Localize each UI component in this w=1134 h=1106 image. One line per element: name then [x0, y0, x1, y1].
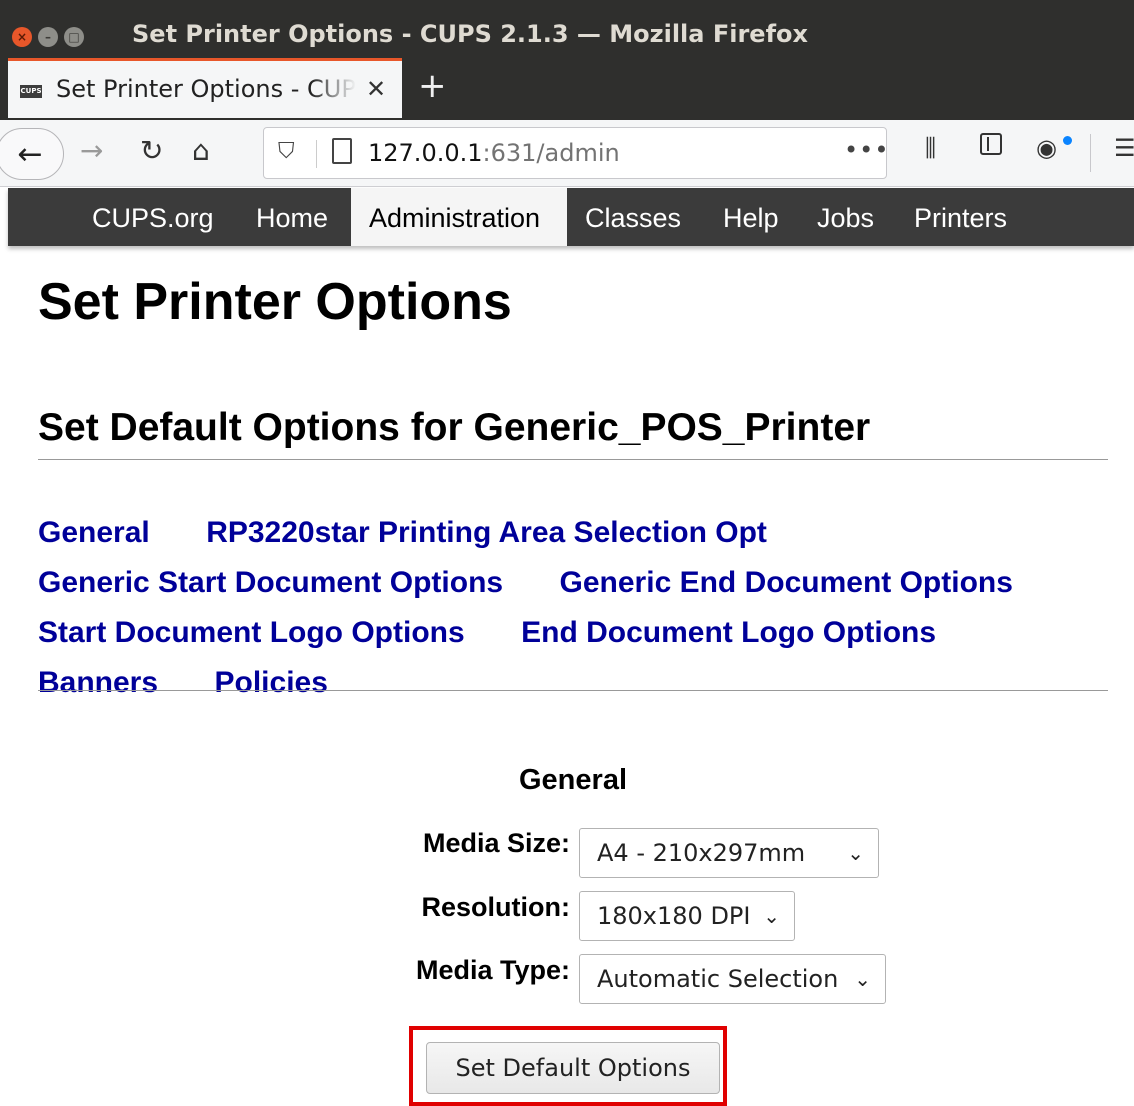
section-link-general[interactable]: General	[38, 516, 150, 549]
nav-printers[interactable]: Printers	[896, 188, 1025, 246]
url-divider	[316, 140, 317, 168]
tab-strip: CUPS Set Printer Options - CUPS 2.1.3 ✕ …	[0, 58, 1134, 120]
nav-administration[interactable]: Administration	[351, 188, 567, 246]
section-link-printing-area[interactable]: RP3220star Printing Area Selection Opt	[206, 516, 767, 549]
media-type-select[interactable]: Automatic Selection ⌄	[579, 954, 886, 1004]
close-window-icon[interactable]: ×	[12, 27, 32, 47]
chevron-down-icon: ⌄	[854, 967, 871, 991]
hamburger-menu-icon[interactable]: ☰	[1114, 134, 1134, 162]
heading-divider	[38, 459, 1108, 460]
links-divider	[38, 690, 1108, 691]
media-size-value: A4 - 210x297mm	[597, 839, 806, 867]
nav-help[interactable]: Help	[705, 188, 797, 246]
minimize-window-icon[interactable]: –	[38, 27, 58, 47]
chevron-down-icon: ⌄	[763, 904, 780, 928]
nav-jobs[interactable]: Jobs	[799, 188, 892, 246]
resolution-select[interactable]: 180x180 DPI ⌄	[579, 891, 795, 941]
nav-classes[interactable]: Classes	[567, 188, 699, 246]
back-icon[interactable]: ←	[0, 128, 64, 180]
account-icon[interactable]: ◉	[1036, 134, 1057, 162]
new-tab-icon[interactable]: +	[418, 66, 447, 106]
url-bar[interactable]: ⛉ 127.0.0.1:631/admin •••	[263, 127, 889, 179]
section-links: General RP3220star Printing Area Selecti…	[38, 510, 1108, 710]
page-info-icon[interactable]	[332, 138, 352, 164]
url-host: 127.0.0.1	[368, 139, 483, 167]
window-title: Set Printer Options - CUPS 2.1.3 — Mozil…	[132, 20, 808, 48]
chevron-down-icon: ⌄	[847, 841, 864, 865]
tab-title: Set Printer Options - CUPS 2.1.3	[56, 75, 356, 103]
navigation-toolbar: ← → ↻ ⌂ ⛉ 127.0.0.1:631/admin ••• ⫼ ◉ ☰	[0, 120, 1134, 187]
section-link-policies[interactable]: Policies	[215, 666, 328, 699]
resolution-label: Resolution:	[421, 892, 571, 922]
reload-icon[interactable]: ↻	[140, 134, 163, 167]
nav-cups-org[interactable]: CUPS.org	[74, 188, 232, 246]
form-heading: General	[519, 764, 627, 796]
page-title: Set Printer Options	[38, 273, 512, 331]
printer-options-heading: Set Default Options for Generic_POS_Prin…	[38, 406, 871, 449]
toolbar-divider	[1090, 134, 1091, 172]
browser-tab[interactable]: CUPS Set Printer Options - CUPS 2.1.3 ✕	[8, 58, 402, 118]
notification-dot-icon	[1063, 136, 1072, 145]
media-type-label: Media Type:	[415, 955, 570, 985]
media-type-value: Automatic Selection	[597, 965, 839, 993]
section-link-start-logo[interactable]: Start Document Logo Options	[38, 616, 465, 649]
page-actions-icon[interactable]: •••	[844, 136, 889, 164]
url-text[interactable]: 127.0.0.1:631/admin	[368, 139, 620, 167]
set-default-options-button[interactable]: Set Default Options	[426, 1042, 720, 1094]
section-link-generic-end-document[interactable]: Generic End Document Options	[560, 566, 1013, 599]
sidebar-icon[interactable]	[980, 133, 1002, 155]
tracking-shield-icon[interactable]: ⛉	[278, 139, 295, 164]
maximize-window-icon[interactable]: □	[64, 27, 84, 47]
section-link-end-logo[interactable]: End Document Logo Options	[521, 616, 936, 649]
cups-favicon-icon: CUPS	[20, 85, 42, 98]
media-size-label: Media Size:	[422, 828, 570, 858]
section-link-banners[interactable]: Banners	[38, 666, 158, 699]
tab-close-icon[interactable]: ✕	[366, 75, 386, 103]
section-link-generic-start-document[interactable]: Generic Start Document Options	[38, 566, 503, 599]
home-icon[interactable]: ⌂	[192, 134, 210, 167]
media-size-select[interactable]: A4 - 210x297mm ⌄	[579, 828, 879, 878]
cups-header-nav: CUPS.org Home Administration Classes Hel…	[8, 188, 1134, 246]
url-path: :631/admin	[482, 139, 620, 167]
resolution-value: 180x180 DPI	[597, 902, 751, 930]
forward-icon[interactable]: →	[80, 134, 103, 167]
nav-home[interactable]: Home	[238, 188, 346, 246]
library-icon[interactable]: ⫼	[925, 134, 936, 162]
